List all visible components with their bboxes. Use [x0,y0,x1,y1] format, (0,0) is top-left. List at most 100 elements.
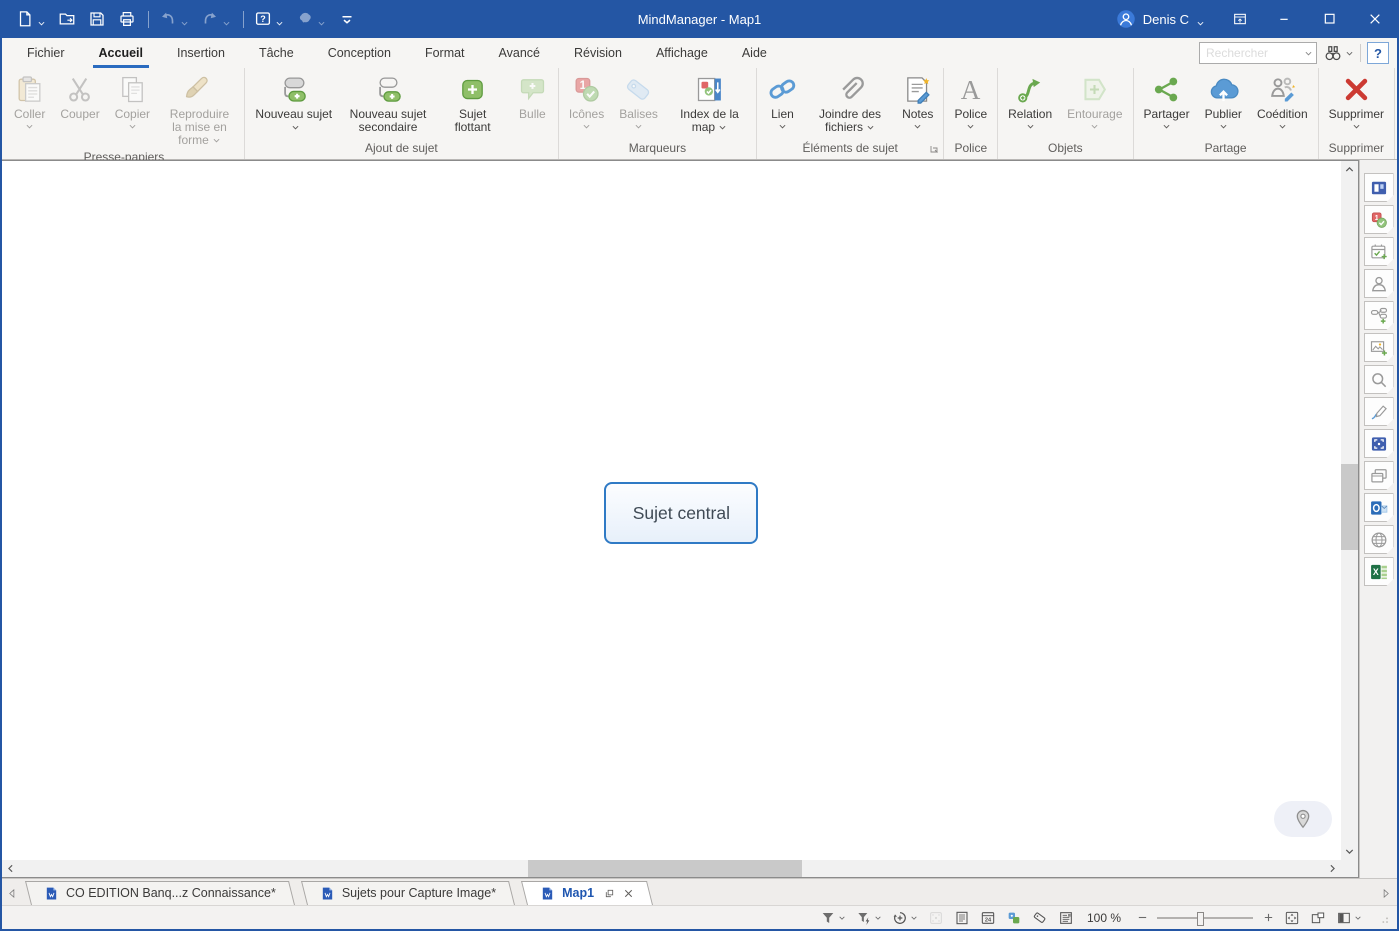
filter-flash-icon [856,910,872,926]
joindre-fichiers-button[interactable]: Joindre des fichiers [806,70,894,135]
excel-pane-button[interactable]: X [1364,557,1394,586]
help-button[interactable]: ? [239,5,288,33]
index-map-button[interactable]: Index de la map [666,70,753,135]
nouveau-sujet-secondaire-button[interactable]: Nouveau sujet secondaire [341,70,436,135]
advanced-search-button[interactable] [1323,43,1354,63]
chevron-down-icon[interactable] [1304,49,1313,58]
location-pin-button[interactable] [1274,801,1332,837]
relation-button[interactable]: Relation [1001,70,1059,132]
document-tab[interactable]: CO EDITION Banq...z Connaissance* [28,881,292,905]
titlebar-right: Denis C [1104,0,1397,38]
scroll-down-button[interactable] [1341,843,1358,860]
police-button[interactable]: A Police [947,70,994,132]
coedition-button[interactable]: Coédition [1250,70,1315,132]
search-input[interactable] [1204,44,1300,62]
document-tab-active[interactable]: Map1 [524,881,650,905]
share-icon [1151,74,1182,105]
ribbon-group-ajout-de-sujet: Nouveau sujet Nouveau sujet secondaire S… [245,68,559,159]
walkthrough-button[interactable] [887,910,923,926]
scroll-left-button[interactable] [2,860,19,877]
search-combobox[interactable] [1199,42,1317,64]
close-tab-icon[interactable] [623,888,634,899]
tab-scroll-right-button[interactable] [1375,881,1395,905]
lien-button[interactable]: Lien [760,70,805,132]
minimize-button[interactable] [1262,0,1307,38]
open-button[interactable] [54,5,80,33]
chevron-down-icon [128,122,137,131]
maximize-button[interactable] [1307,0,1352,38]
documents-pane-button[interactable] [1364,461,1394,490]
help-question-button[interactable]: ? [1367,42,1389,64]
search-pane-button[interactable] [1364,365,1394,394]
tab-tache[interactable]: Tâche [253,40,300,68]
outlook-pane-button[interactable] [1364,493,1394,522]
feedback-icon [296,10,314,28]
panels-button[interactable] [1331,910,1367,926]
index-view-button[interactable] [1053,910,1079,926]
tab-revision[interactable]: Révision [568,40,628,68]
format-pane-button[interactable] [1364,397,1394,426]
tab-aide[interactable]: Aide [736,40,773,68]
fit-icon [1284,910,1300,926]
task-info-pane-button[interactable] [1364,237,1394,266]
publier-button[interactable]: Publier [1198,70,1249,132]
chevron-down-icon [913,122,922,131]
save-button[interactable] [84,5,110,33]
resize-grip[interactable] [1375,910,1391,926]
tab-accueil[interactable]: Accueil [93,40,149,68]
float-tab-icon[interactable] [604,888,615,899]
tab-affichage[interactable]: Affichage [650,40,714,68]
filter-button[interactable] [815,910,851,926]
resources-pane-button[interactable] [1364,269,1394,298]
window-layout-button[interactable] [1305,910,1331,926]
central-topic[interactable]: Sujet central [604,482,758,544]
zoom-out-button[interactable] [1133,909,1151,927]
nouveau-sujet-button[interactable]: Nouveau sujet [248,70,340,135]
icons-view-button[interactable] [1001,910,1027,926]
tab-fichier[interactable]: Fichier [21,40,71,68]
vertical-scroll-track[interactable] [1341,178,1358,843]
close-button[interactable] [1352,0,1397,38]
horizontal-scrollbar[interactable] [2,860,1341,877]
map-outline-pane-button[interactable] [1364,301,1394,330]
notes-button[interactable]: Notes [895,70,940,132]
sujet-flottant-button[interactable]: Sujet flottant [436,70,509,135]
library-pane-button[interactable] [1364,333,1394,362]
minus-icon [1137,912,1148,923]
icon-markers-pane-button[interactable]: 1 [1364,205,1394,234]
account-menu[interactable]: Denis C [1104,0,1217,38]
outline-icon [954,910,970,926]
scroll-right-button[interactable] [1324,860,1341,877]
horizontal-scroll-thumb[interactable] [528,860,802,877]
map-canvas[interactable]: Sujet central [2,160,1359,878]
tab-conception[interactable]: Conception [322,40,397,68]
zoom-in-button[interactable] [1259,909,1277,927]
customize-qat-button[interactable] [334,5,360,33]
tab-scroll-left-button[interactable] [2,881,22,905]
scroll-up-button[interactable] [1341,161,1358,178]
tab-insertion[interactable]: Insertion [171,40,231,68]
tags-view-button[interactable] [1027,910,1053,926]
power-filter-button[interactable] [851,910,887,926]
map-parts-pane-button[interactable] [1364,173,1394,202]
document-tab[interactable]: Sujets pour Capture Image* [304,881,512,905]
ribbon-display-options-button[interactable] [1217,0,1262,38]
dialog-launcher-icon[interactable] [928,143,940,155]
chevron-down-icon [1352,122,1361,131]
capture-pane-button[interactable] [1364,429,1394,458]
print-button[interactable] [114,5,140,33]
zoom-slider-thumb[interactable] [1197,912,1204,926]
zoom-slider[interactable] [1157,909,1253,927]
web-pane-button[interactable] [1364,525,1394,554]
supprimer-button[interactable]: Supprimer [1322,70,1391,132]
partager-button[interactable]: Partager [1137,70,1197,132]
vertical-scrollbar[interactable] [1341,161,1358,860]
new-document-button[interactable] [12,5,50,33]
tab-format[interactable]: Format [419,40,471,68]
tab-avance[interactable]: Avancé [493,40,546,68]
outline-view-button[interactable] [949,910,975,926]
horizontal-scroll-track[interactable] [19,860,1324,877]
fit-map-button[interactable] [1279,910,1305,926]
schedule-view-button[interactable]: 24 [975,910,1001,926]
vertical-scroll-thumb[interactable] [1341,464,1358,550]
